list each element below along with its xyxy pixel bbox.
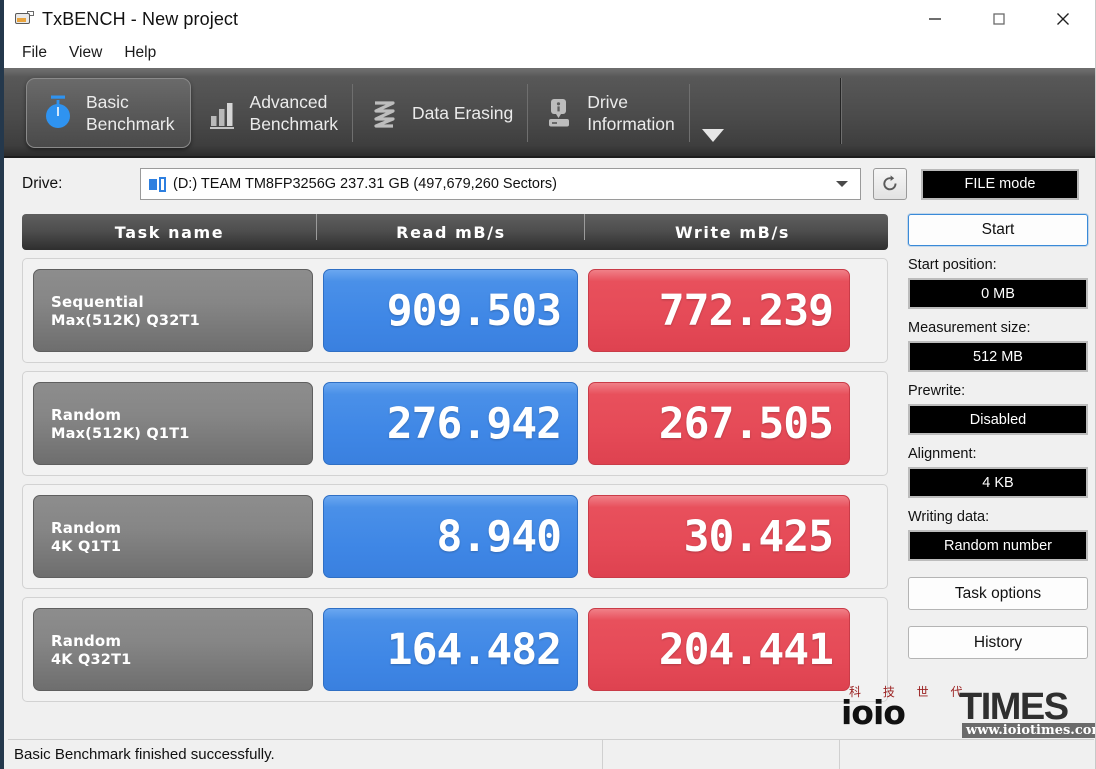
tab-basic-benchmark-label: Basic Benchmark (86, 92, 175, 134)
tab-advanced-benchmark-label: Advanced Benchmark (249, 92, 339, 134)
minimize-icon[interactable] (903, 0, 967, 38)
prewrite-label: Prewrite: (908, 383, 966, 399)
measurement-size-value[interactable]: 512 MB (908, 341, 1088, 372)
task-name-cell: Sequential Max(512K) Q32T1 (33, 269, 313, 352)
menu-bar: File View Help (4, 38, 1095, 68)
task-name-cell: Random Max(512K) Q1T1 (33, 382, 313, 465)
status-divider (839, 739, 840, 769)
status-bar: Basic Benchmark finished successfully. (8, 739, 1094, 769)
chevron-down-icon (836, 181, 848, 187)
tab-data-erasing-label: Data Erasing (412, 103, 514, 123)
drive-select-value: (D:) TEAM TM8FP3256G 237.31 GB (497,679,… (173, 176, 557, 192)
drive-label: Drive: (22, 175, 63, 192)
history-button[interactable]: History (908, 626, 1088, 659)
file-mode-badge: FILE mode (921, 168, 1079, 200)
drive-info-icon (542, 94, 576, 132)
column-header-task-name: Task name (114, 222, 225, 242)
table-row: Random 4K Q32T1 164.482 204.441 (22, 597, 888, 702)
task-name-cell: Random 4K Q1T1 (33, 495, 313, 578)
watermark-url: www.ioiotimes.com (962, 723, 1095, 738)
start-position-label: Start position: (908, 257, 997, 273)
drive-app-icon (14, 10, 34, 28)
table-row: Random Max(512K) Q1T1 276.942 267.505 (22, 371, 888, 476)
tab-data-erasing[interactable]: Data Erasing (353, 78, 529, 148)
measurement-size-label: Measurement size: (908, 320, 1031, 336)
read-value-cell: 164.482 (323, 608, 578, 691)
alignment-label: Alignment: (908, 446, 977, 462)
column-header-read: Read mB/s (316, 213, 585, 242)
task-options-button[interactable]: Task options (908, 577, 1088, 610)
refresh-button[interactable] (873, 168, 907, 200)
write-value-cell: 267.505 (588, 382, 850, 465)
write-value-cell: 772.239 (588, 269, 850, 352)
drive-select[interactable]: (D:) TEAM TM8FP3256G 237.31 GB (497,679,… (140, 168, 861, 200)
window-controls (903, 0, 1095, 38)
read-value-cell: 8.940 (323, 495, 578, 578)
tab-strip-divider (840, 78, 842, 144)
title-bar: TxBENCH - New project (4, 0, 1095, 38)
zigzag-shred-icon (367, 94, 401, 132)
menu-item-view[interactable]: View (59, 41, 112, 65)
prewrite-value[interactable]: Disabled (908, 404, 1088, 435)
refresh-icon (883, 175, 897, 191)
stopwatch-icon (41, 94, 75, 132)
maximize-icon[interactable] (967, 0, 1031, 38)
write-value-cell: 204.441 (588, 608, 850, 691)
status-message: Basic Benchmark finished successfully. (14, 746, 275, 763)
tab-basic-benchmark[interactable]: Basic Benchmark (26, 78, 191, 148)
status-divider (602, 739, 603, 769)
menu-item-file[interactable]: File (12, 41, 57, 65)
start-position-value[interactable]: 0 MB (908, 278, 1088, 309)
table-row: Random 4K Q1T1 8.940 30.425 (22, 484, 888, 589)
results-table: Task name Read mB/s Write mB/s Sequentia… (22, 210, 888, 720)
chevron-down-icon[interactable] (692, 74, 734, 156)
tab-strip: Basic Benchmark Advanced Benchmark Data … (4, 68, 1095, 158)
bar-chart-icon (205, 94, 239, 132)
close-icon[interactable] (1031, 0, 1095, 38)
txbench-window: TxBENCH - New project File View Help Bas… (0, 0, 1096, 769)
results-header-row: Task name Read mB/s Write mB/s (22, 213, 888, 250)
menu-item-help[interactable]: Help (114, 41, 166, 65)
options-sidebar: Start Start position: 0 MB Measurement s… (908, 210, 1088, 720)
start-button[interactable]: Start (908, 214, 1088, 246)
read-value-cell: 909.503 (323, 269, 578, 352)
alignment-value[interactable]: 4 KB (908, 467, 1088, 498)
read-value-cell: 276.942 (323, 382, 578, 465)
tab-drive-information[interactable]: Drive Information (528, 78, 690, 148)
tab-advanced-benchmark[interactable]: Advanced Benchmark (191, 78, 354, 148)
writing-data-label: Writing data: (908, 509, 990, 525)
drive-icon (149, 176, 167, 192)
window-title: TxBENCH - New project (42, 8, 239, 29)
drive-selector-row: Drive: (D:) TEAM TM8FP3256G 237.31 GB (4… (4, 158, 1095, 210)
tab-drive-information-label: Drive Information (587, 92, 675, 134)
table-row: Sequential Max(512K) Q32T1 909.503 772.2… (22, 258, 888, 363)
task-name-cell: Random 4K Q32T1 (33, 608, 313, 691)
column-header-write: Write mB/s (584, 213, 880, 242)
main-content: Task name Read mB/s Write mB/s Sequentia… (4, 210, 1095, 720)
write-value-cell: 30.425 (588, 495, 850, 578)
writing-data-value[interactable]: Random number (908, 530, 1088, 561)
